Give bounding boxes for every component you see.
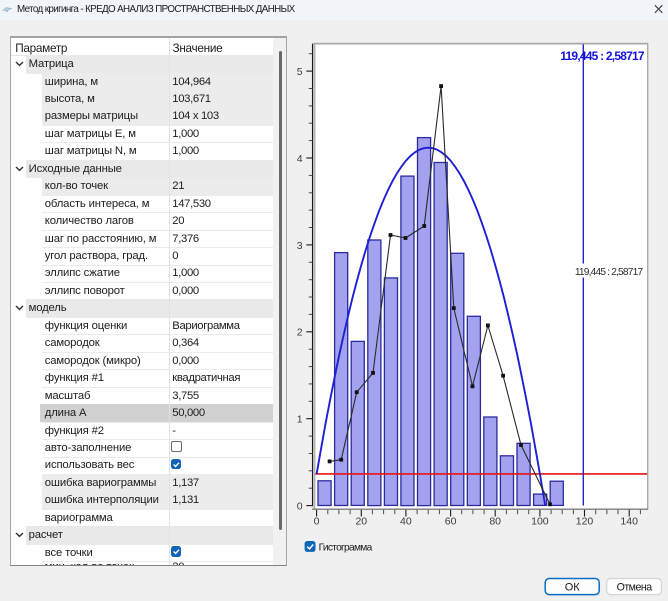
svg-text:80: 80: [489, 515, 501, 527]
svg-text:ОК: ОК: [565, 581, 581, 593]
svg-text:0: 0: [314, 515, 320, 527]
svg-text:100: 100: [531, 515, 549, 527]
svg-text:1: 1: [297, 414, 303, 426]
svg-text:20: 20: [355, 515, 367, 527]
svg-text:2: 2: [297, 327, 303, 339]
svg-text:120: 120: [576, 515, 594, 527]
svg-text:40: 40: [400, 515, 412, 527]
svg-text:119,445 : 2,58717: 119,445 : 2,58717: [575, 267, 644, 278]
svg-text:140: 140: [620, 515, 638, 527]
svg-text:3: 3: [297, 240, 303, 252]
svg-text:4: 4: [297, 153, 303, 165]
svg-text:5: 5: [297, 66, 303, 78]
svg-text:60: 60: [445, 515, 457, 527]
svg-text:Гистограмма: Гистограмма: [319, 542, 373, 553]
svg-text:119,445 : 2,58717: 119,445 : 2,58717: [560, 49, 645, 63]
svg-text:0: 0: [297, 501, 303, 513]
svg-text:Отмена: Отмена: [617, 581, 653, 593]
